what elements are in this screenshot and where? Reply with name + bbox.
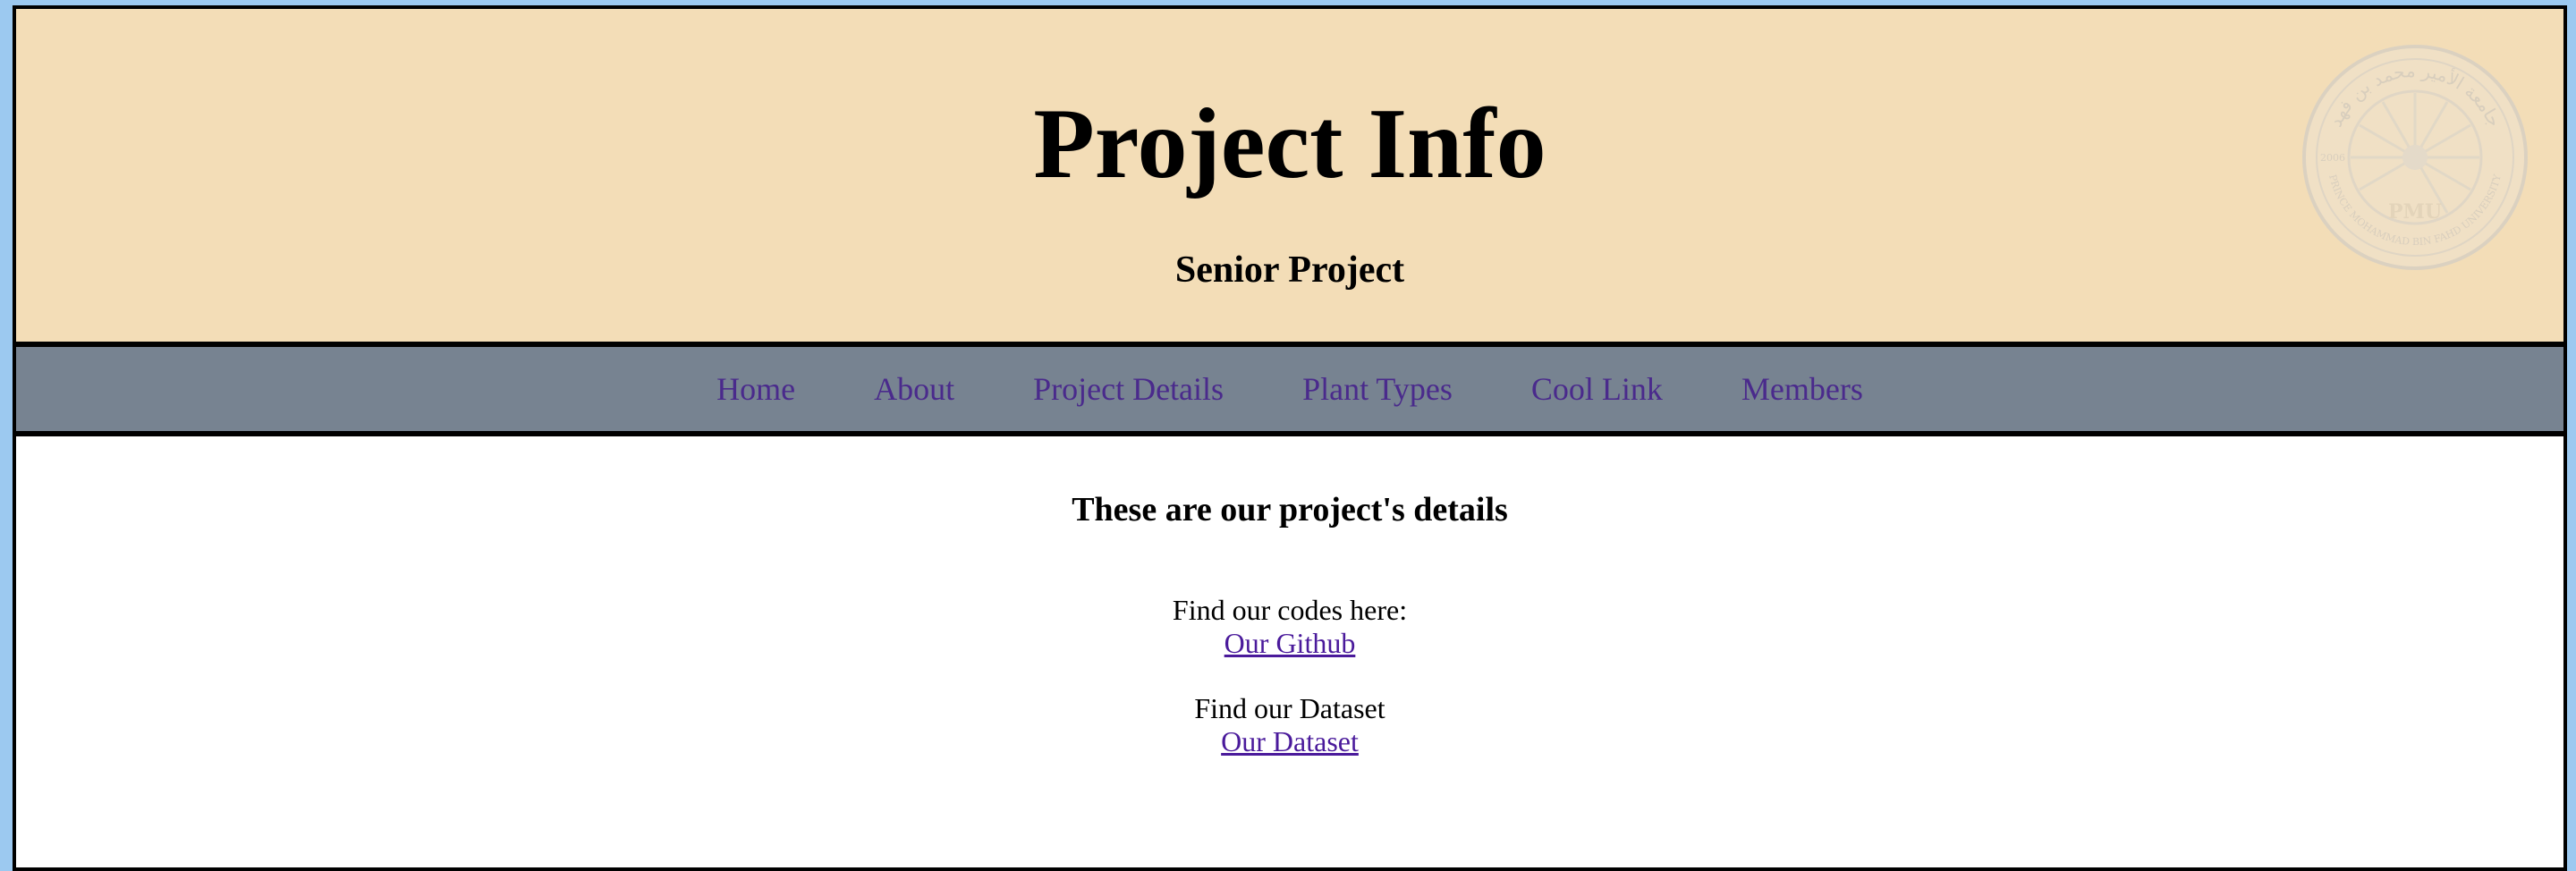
seal-year: 2006	[2320, 152, 2345, 164]
page-frame: Project Info Senior Project جامعة الأمير…	[13, 5, 2567, 871]
dataset-block: Find our Dataset Our Dataset	[16, 692, 2563, 758]
nav-project-details[interactable]: Project Details	[1033, 370, 1224, 408]
github-link[interactable]: Our Github	[1224, 627, 1356, 659]
dataset-link[interactable]: Our Dataset	[1221, 725, 1359, 757]
codes-text: Find our codes here:	[1172, 594, 1408, 626]
dataset-text: Find our Dataset	[1194, 692, 1385, 724]
main-content: These are our project's details Find our…	[16, 436, 2563, 758]
page-title: Project Info	[1033, 89, 1546, 199]
nav-cool-link[interactable]: Cool Link	[1531, 370, 1663, 408]
page-header: Project Info Senior Project جامعة الأمير…	[16, 9, 2563, 347]
nav-home[interactable]: Home	[716, 370, 795, 408]
nav-plant-types[interactable]: Plant Types	[1302, 370, 1453, 408]
main-nav: Home About Project Details Plant Types C…	[16, 347, 2563, 436]
codes-block: Find our codes here: Our Github	[16, 594, 2563, 660]
seal-monogram: PMU	[2388, 200, 2442, 224]
nav-about[interactable]: About	[874, 370, 954, 408]
nav-members[interactable]: Members	[1741, 370, 1863, 408]
university-seal-icon: جامعة الأمير محمد بن فهد PRINCE MOHAMMAD…	[2302, 45, 2528, 270]
page-subtitle: Senior Project	[1174, 249, 1405, 291]
section-heading: These are our project's details	[1072, 491, 1508, 529]
